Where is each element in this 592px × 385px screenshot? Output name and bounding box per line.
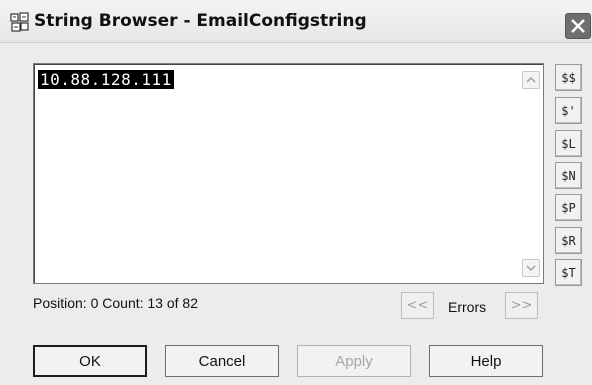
chevron-down-icon [526,265,536,272]
insert-linefeed-button[interactable]: $L [555,130,582,157]
insert-return-button[interactable]: $R [555,227,582,254]
scroll-up-button[interactable] [522,71,540,89]
insert-dollar-button[interactable]: $$ [555,64,582,91]
close-icon [571,19,585,33]
status-text: Position: 0 Count: 13 of 82 [33,295,198,311]
next-error-button[interactable]: >> [505,292,538,319]
errors-label: Errors [448,299,487,315]
close-button[interactable] [565,13,591,39]
previous-error-button[interactable]: << [401,292,434,319]
cancel-button[interactable]: Cancel [165,345,279,377]
string-value-text[interactable]: 10.88.128.111 [38,70,174,89]
chevron-up-icon [526,76,536,83]
insert-newline-button[interactable]: $N [555,162,582,189]
title-bar: String Browser - EmailConfigstring [0,0,592,43]
insert-formfeed-button[interactable]: $P [555,194,582,221]
insert-tab-button[interactable]: $T [555,259,582,286]
insert-quote-button[interactable]: $' [555,97,582,124]
window-title: String Browser - EmailConfigstring [34,11,367,31]
ok-button[interactable]: OK [33,345,147,377]
string-browser-icon [10,12,30,32]
help-button[interactable]: Help [429,345,543,377]
string-editor[interactable]: 10.88.128.111 [33,63,544,284]
scroll-down-button[interactable] [522,259,540,277]
apply-button[interactable]: Apply [297,345,411,377]
